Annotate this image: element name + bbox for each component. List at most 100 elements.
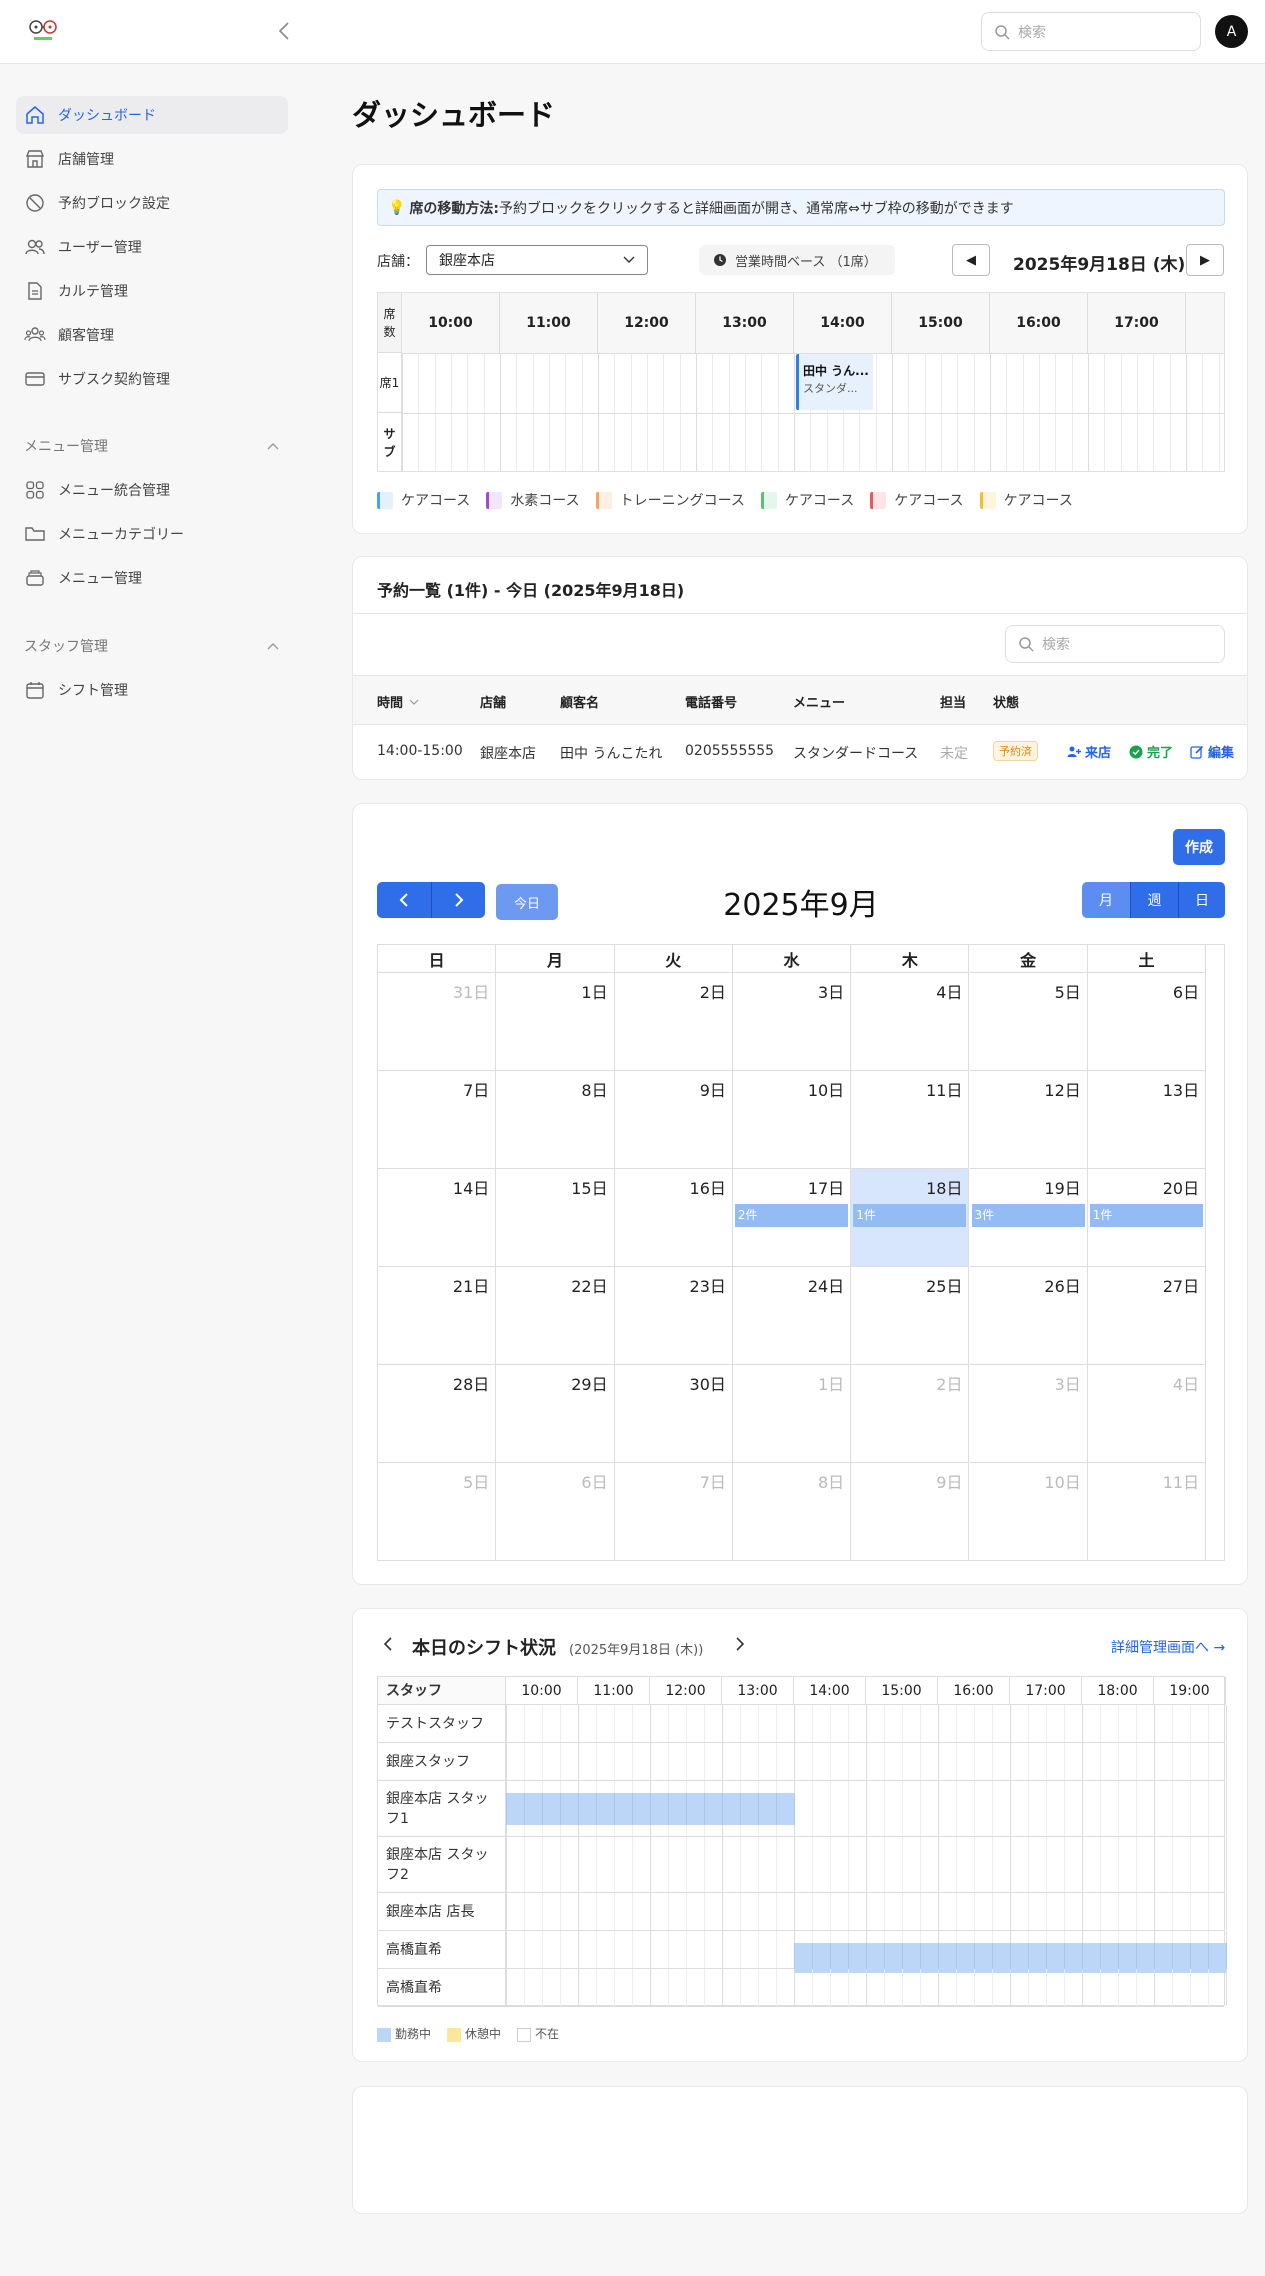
calendar-day[interactable]: 2日 <box>851 1365 970 1463</box>
search-icon <box>995 24 1010 40</box>
calendar-day[interactable]: 8日 <box>496 1071 615 1169</box>
calendar-day[interactable]: 9日 <box>851 1463 970 1561</box>
calendar-day[interactable]: 8日 <box>732 1463 852 1561</box>
calendar-event[interactable]: 3件 <box>971 1204 1085 1227</box>
calendar-event[interactable]: 2件 <box>734 1204 849 1227</box>
row-customer: 田中 うんこたれ <box>560 746 663 762</box>
calendar-day[interactable]: 17日 2件 <box>732 1169 852 1267</box>
calendar-day[interactable]: 6日 <box>496 1463 615 1561</box>
mode-pill[interactable]: 営業時間ベース （1席） <box>699 245 895 275</box>
view-month-button[interactable]: 月 <box>1082 882 1130 918</box>
reservation-search-input[interactable]: 検索 <box>1005 625 1225 663</box>
next-day-button[interactable]: ▶ <box>1186 244 1224 276</box>
edit-button[interactable]: 編集 <box>1190 742 1234 761</box>
calendar-day[interactable]: 15日 <box>496 1169 615 1267</box>
calendar-day[interactable]: 2日 <box>614 973 733 1071</box>
user-avatar[interactable]: A <box>1215 15 1248 48</box>
calendar-day[interactable]: 6日 <box>1087 973 1207 1071</box>
calendar-day[interactable]: 20日 1件 <box>1087 1169 1207 1267</box>
sidebar-item-menu[interactable]: メニュー管理 <box>16 559 288 597</box>
shift-next-button[interactable] <box>735 1637 745 1655</box>
sidebar-collapse-icon[interactable] <box>274 18 294 44</box>
calendar-day[interactable]: 26日 <box>969 1267 1088 1365</box>
sidebar-item-shift[interactable]: シフト管理 <box>16 671 288 709</box>
weekday-header: 水 <box>732 945 852 973</box>
sidebar-item-menu-category[interactable]: メニューカテゴリー <box>16 515 288 553</box>
visit-button[interactable]: 来店 <box>1067 742 1111 761</box>
sidebar-item-users[interactable]: ユーザー管理 <box>16 228 288 266</box>
calendar-day[interactable]: 10日 <box>732 1071 852 1169</box>
booking-block[interactable]: 田中 うん... スタンダ... <box>796 354 873 410</box>
calendar-day[interactable]: 29日 <box>496 1365 615 1463</box>
hour-header: 16:00 <box>990 293 1088 353</box>
store-select[interactable]: 銀座本店 <box>426 245 648 275</box>
calendar-day[interactable]: 18日 1件 <box>851 1169 970 1267</box>
view-week-button[interactable]: 週 <box>1130 882 1178 918</box>
create-button[interactable]: 作成 <box>1173 829 1225 865</box>
view-day-button[interactable]: 日 <box>1178 882 1225 918</box>
legend-swatch <box>486 491 503 509</box>
calendar-day[interactable]: 11日 <box>1087 1463 1207 1561</box>
col-time[interactable]: 時間 <box>377 692 419 711</box>
row-menu: スタンダードコース <box>793 746 919 762</box>
calendar-day[interactable]: 21日 <box>378 1267 497 1365</box>
calendar-day[interactable]: 12日 <box>969 1071 1088 1169</box>
calendar-day[interactable]: 3日 <box>969 1365 1088 1463</box>
sidebar-item-label: 店舗管理 <box>58 152 114 168</box>
sidebar-item-dashboard[interactable]: ダッシュボード <box>16 96 288 134</box>
menu-section-header[interactable]: メニュー管理 <box>24 434 279 458</box>
calendar-day[interactable]: 19日 3件 <box>969 1169 1088 1267</box>
calendar-day[interactable]: 27日 <box>1087 1267 1207 1365</box>
day-number: 1日 <box>818 1375 845 1394</box>
calendar-day[interactable]: 25日 <box>851 1267 970 1365</box>
calendar-day[interactable]: 4日 <box>851 973 970 1071</box>
sidebar-item-subscription[interactable]: サブスク契約管理 <box>16 360 288 398</box>
calendar-day[interactable]: 23日 <box>614 1267 733 1365</box>
calendar-day[interactable]: 28日 <box>378 1365 497 1463</box>
calendar-day[interactable]: 1日 <box>496 973 615 1071</box>
calendar-day[interactable]: 7日 <box>614 1463 733 1561</box>
calendar-day[interactable]: 3日 <box>732 973 852 1071</box>
calendar-card: 作成 今日 2025年9月 月 週 日 日月火水木金土 31日 1日 2日 3日 4日 5日… <box>352 803 1248 1585</box>
staff-name: 高橋直希 <box>378 1969 506 2007</box>
calendar-day[interactable]: 13日 <box>1087 1071 1207 1169</box>
calendar-day[interactable]: 5日 <box>969 973 1088 1071</box>
prev-day-button[interactable]: ◀ <box>952 244 990 276</box>
sidebar-item-karte[interactable]: カルテ管理 <box>16 272 288 310</box>
sidebar-item-customers[interactable]: 顧客管理 <box>16 316 288 354</box>
calendar-day[interactable]: 31日 <box>378 973 497 1071</box>
shift-prev-button[interactable] <box>383 1637 393 1655</box>
sidebar-item-label: ダッシュボード <box>58 108 156 124</box>
header-search-input[interactable]: 検索 <box>981 12 1201 51</box>
complete-button[interactable]: 完了 <box>1129 742 1173 761</box>
staff-section-header[interactable]: スタッフ管理 <box>24 634 279 658</box>
weekday-header: 金 <box>969 945 1088 973</box>
edit-label: 編集 <box>1208 746 1235 761</box>
shift-hour-header: 13:00 <box>722 1677 794 1705</box>
sidebar-item-store[interactable]: 店舗管理 <box>16 140 288 178</box>
calendar-day[interactable]: 16日 <box>614 1169 733 1267</box>
calendar-day[interactable]: 1日 <box>732 1365 852 1463</box>
shift-detail-link[interactable]: 詳細管理画面へ → <box>1111 1637 1225 1657</box>
absent-swatch <box>517 2027 532 2042</box>
calendar-day[interactable]: 10日 <box>969 1463 1088 1561</box>
calendar-day[interactable]: 7日 <box>378 1071 497 1169</box>
calendar-day[interactable]: 9日 <box>614 1071 733 1169</box>
calendar-day[interactable]: 5日 <box>378 1463 497 1561</box>
calendar-event[interactable]: 1件 <box>853 1204 967 1227</box>
shift-row <box>506 1893 1227 1931</box>
hour-header: 18 <box>1186 293 1224 353</box>
calendar-day[interactable]: 4日 <box>1087 1365 1207 1463</box>
calendar-day[interactable]: 30日 <box>614 1365 733 1463</box>
hour-header: 15:00 <box>892 293 990 353</box>
calendar-day[interactable]: 14日 <box>378 1169 497 1267</box>
table-row[interactable]: 14:00-15:00 銀座本店 田中 うんこたれ 0205555555 スタン… <box>353 725 1247 779</box>
sidebar-item-block[interactable]: 予約ブロック設定 <box>16 184 288 222</box>
calendar-day[interactable]: 22日 <box>496 1267 615 1365</box>
calendar-day[interactable]: 24日 <box>732 1267 852 1365</box>
calendar-day[interactable]: 11日 <box>851 1071 970 1169</box>
app-logo[interactable] <box>26 18 60 44</box>
col-menu: メニュー <box>793 696 846 711</box>
sidebar-item-menu-integrated[interactable]: メニュー統合管理 <box>16 471 288 509</box>
calendar-event[interactable]: 1件 <box>1089 1204 1204 1227</box>
